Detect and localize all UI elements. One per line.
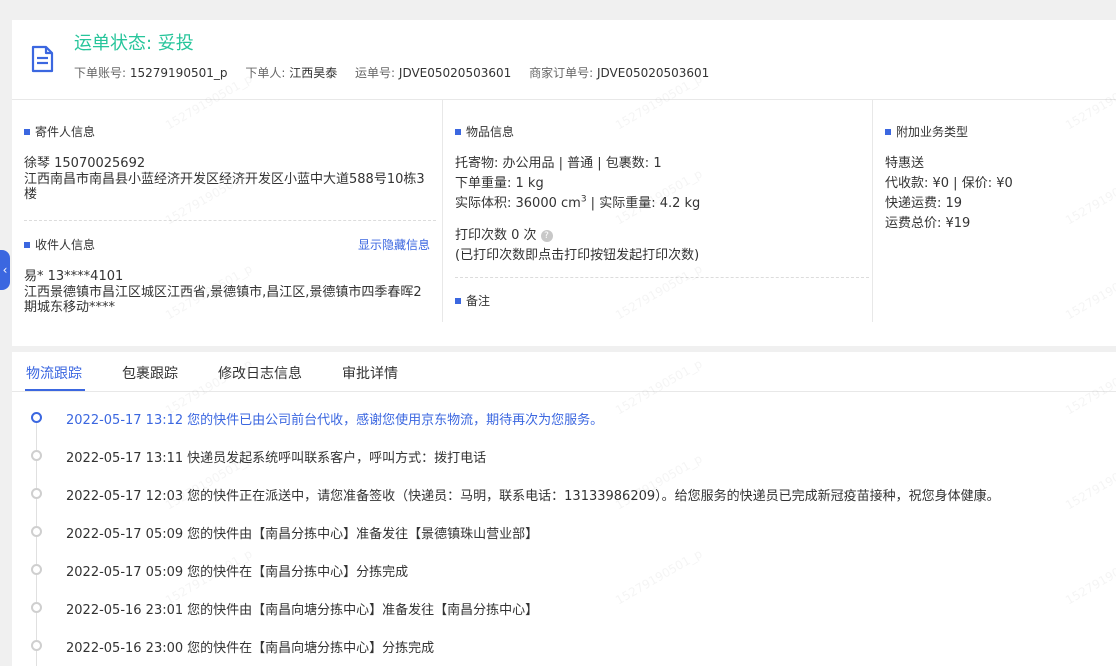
tab-package-tracking[interactable]: 包裹跟踪 [122, 363, 178, 383]
order-account: 下单账号: 15279190501_p [74, 66, 228, 80]
sender-section-title: 寄件人信息 [24, 123, 95, 140]
event-description: 您的快件由【南昌向塘分拣中心】准备发往【南昌分拣中心】 [187, 603, 539, 618]
total-fee: 运费总价: ¥19 [885, 216, 971, 231]
waybill-meta-row: 下单账号: 15279190501_p 下单人: 江西昊泰 运单号: JDVE0… [74, 64, 723, 81]
timeline-dot-icon [31, 450, 42, 461]
waybill-number: 运单号: JDVE05020503601 [355, 66, 512, 80]
timeline-event: 2022-05-17 13:12 您的快件已由公司前台代收，感谢您使用京东物流，期… [12, 409, 1116, 429]
goods-contents: 托寄物: 办公用品 | 普通 | 包裹数: 1 [455, 156, 662, 171]
timeline-event: 2022-05-17 05:09 您的快件在【南昌分拣中心】分拣完成 [12, 561, 1116, 581]
divider [455, 277, 869, 278]
sender-name-phone: 徐琴 15070025692 [24, 156, 146, 171]
remark-section-title: 备注 [455, 292, 490, 309]
sender-address: 江西南昌市南昌县小蓝经济开发区经济开发区小蓝中大道588号10栋3楼 [24, 172, 425, 202]
timeline-event-text: 2022-05-17 13:11 快递员发起系统呼叫联系客户，呼叫方式：拨打电话 [66, 447, 486, 466]
tab-change-log[interactable]: 修改日志信息 [218, 363, 302, 383]
event-time: 2022-05-16 23:01 [66, 603, 184, 618]
divider [24, 220, 436, 221]
chevron-left-icon: ‹ [2, 263, 8, 277]
orderer: 下单人: 江西昊泰 [245, 66, 338, 80]
contact-column: 寄件人信息 徐琴 15070025692 江西南昌市南昌县小蓝经济开发区经济开发… [12, 100, 442, 322]
timeline-event: 2022-05-17 12:03 您的快件正在派送中，请您准备签收（快递员：马明，… [12, 485, 1116, 505]
event-time: 2022-05-17 05:09 [66, 565, 184, 580]
goods-section-title: 物品信息 [455, 123, 514, 140]
tab-logistics-tracking[interactable]: 物流跟踪 [26, 363, 82, 383]
timeline-dot-icon [31, 640, 42, 651]
timeline-event-text: 2022-05-16 23:00 您的快件在【南昌向塘分拣中心】分拣完成 [66, 637, 434, 656]
event-description: 您的快件由【南昌分拣中心】准备发往【景德镇珠山营业部】 [187, 527, 539, 542]
event-description: 您的快件已由公司前台代收，感谢您使用京东物流，期待再次为您服务。 [187, 413, 604, 428]
service-type: 特惠送 [885, 156, 925, 171]
timeline-event-text: 2022-05-17 05:09 您的快件由【南昌分拣中心】准备发往【景德镇珠山营… [66, 523, 538, 542]
event-time: 2022-05-17 12:03 [66, 489, 184, 504]
order-weight: 下单重量: 1 kg [455, 176, 544, 191]
extra-service-column: 附加业务类型 特惠送 代收款: ¥0 | 保价: ¥0 快递运费: 19 运费总… [872, 100, 1116, 322]
timeline-event-text: 2022-05-17 05:09 您的快件在【南昌分拣中心】分拣完成 [66, 561, 408, 580]
event-time: 2022-05-17 13:11 [66, 451, 184, 466]
tracking-card: 物流跟踪 包裹跟踪 修改日志信息 审批详情 2022-05-17 13:12 您的… [12, 352, 1116, 666]
timeline-event: 2022-05-17 13:11 快递员发起系统呼叫联系客户，呼叫方式：拨打电话 [12, 447, 1116, 467]
tab-approval-details[interactable]: 审批详情 [342, 363, 398, 383]
waybill-status: 运单状态: 妥投 [74, 33, 194, 54]
print-count: 打印次数 0 次? [455, 224, 553, 243]
receiver-name-phone: 易* 13****4101 [24, 269, 124, 284]
event-description: 您的快件在【南昌向塘分拣中心】分拣完成 [187, 641, 435, 656]
timeline-event: 2022-05-16 23:01 您的快件由【南昌向塘分拣中心】准备发往【南昌分拣… [12, 599, 1116, 619]
receiver-address: 江西景德镇市昌江区城区江西省,景德镇市,昌江区,景德镇市四季春晖2期城东移动**… [24, 285, 422, 315]
event-time: 2022-05-17 13:12 [66, 413, 184, 428]
timeline-event-text: 2022-05-17 12:03 您的快件正在派送中，请您准备签收（快递员：马明，… [66, 485, 1000, 504]
section-marker-icon [455, 297, 461, 304]
goods-column: 物品信息 托寄物: 办公用品 | 普通 | 包裹数: 1 下单重量: 1 kg … [442, 100, 872, 322]
freight-fee: 快递运费: 19 [885, 196, 963, 211]
timeline-dot-icon [31, 526, 42, 537]
collapse-tab[interactable]: ‹ [0, 250, 10, 290]
section-marker-icon [455, 128, 461, 135]
event-description: 您的快件在【南昌分拣中心】分拣完成 [187, 565, 409, 580]
actual-volume-weight: 实际体积: 36000 cm3 | 实际重量: 4.2 kg [455, 194, 701, 211]
event-time: 2022-05-17 05:09 [66, 527, 184, 542]
extra-service-section-title: 附加业务类型 [885, 123, 968, 140]
section-marker-icon [24, 128, 30, 135]
event-time: 2022-05-16 23:00 [66, 641, 184, 656]
event-description: 您的快件正在派送中，请您准备签收（快递员：马明，联系电话：13133986209… [187, 489, 1000, 504]
print-count-note: (已打印次数即点击打印按钮发起打印次数) [455, 248, 700, 263]
waybill-info-card: 寄件人信息 徐琴 15070025692 江西南昌市南昌县小蓝经济开发区经济开发… [12, 100, 1116, 346]
timeline-event: 2022-05-17 05:09 您的快件由【南昌分拣中心】准备发往【景德镇珠山营… [12, 523, 1116, 543]
timeline-dot-icon [31, 602, 42, 613]
timeline-event-text: 2022-05-17 13:12 您的快件已由公司前台代收，感谢您使用京东物流，期… [66, 409, 603, 428]
document-icon [31, 45, 54, 73]
receiver-section-title: 收件人信息 [24, 236, 95, 253]
waybill-header: 运单状态: 妥投 下单账号: 15279190501_p 下单人: 江西昊泰 运… [12, 20, 1116, 100]
event-description: 快递员发起系统呼叫联系客户，呼叫方式：拨打电话 [187, 451, 487, 466]
section-marker-icon [24, 241, 30, 248]
show-hidden-info-link[interactable]: 显示隐藏信息 [358, 236, 430, 253]
timeline-dot-icon [31, 564, 42, 575]
timeline-event: 2022-05-16 23:00 您的快件在【南昌向塘分拣中心】分拣完成 [12, 637, 1116, 657]
waybill-detail-page: 运单状态: 妥投 下单账号: 15279190501_p 下单人: 江西昊泰 运… [0, 0, 1116, 666]
merchant-order-number: 商家订单号: JDVE05020503601 [529, 66, 710, 80]
section-marker-icon [885, 128, 891, 135]
tracking-tabs: 物流跟踪 包裹跟踪 修改日志信息 审批详情 [12, 352, 1116, 392]
help-icon[interactable]: ? [540, 230, 553, 242]
timeline-dot-icon [31, 412, 42, 423]
timeline-event-text: 2022-05-16 23:01 您的快件由【南昌向塘分拣中心】准备发往【南昌分拣… [66, 599, 538, 618]
timeline-dot-icon [31, 488, 42, 499]
cod-insurance: 代收款: ¥0 | 保价: ¥0 [885, 176, 1013, 191]
active-tab-indicator [25, 389, 85, 391]
